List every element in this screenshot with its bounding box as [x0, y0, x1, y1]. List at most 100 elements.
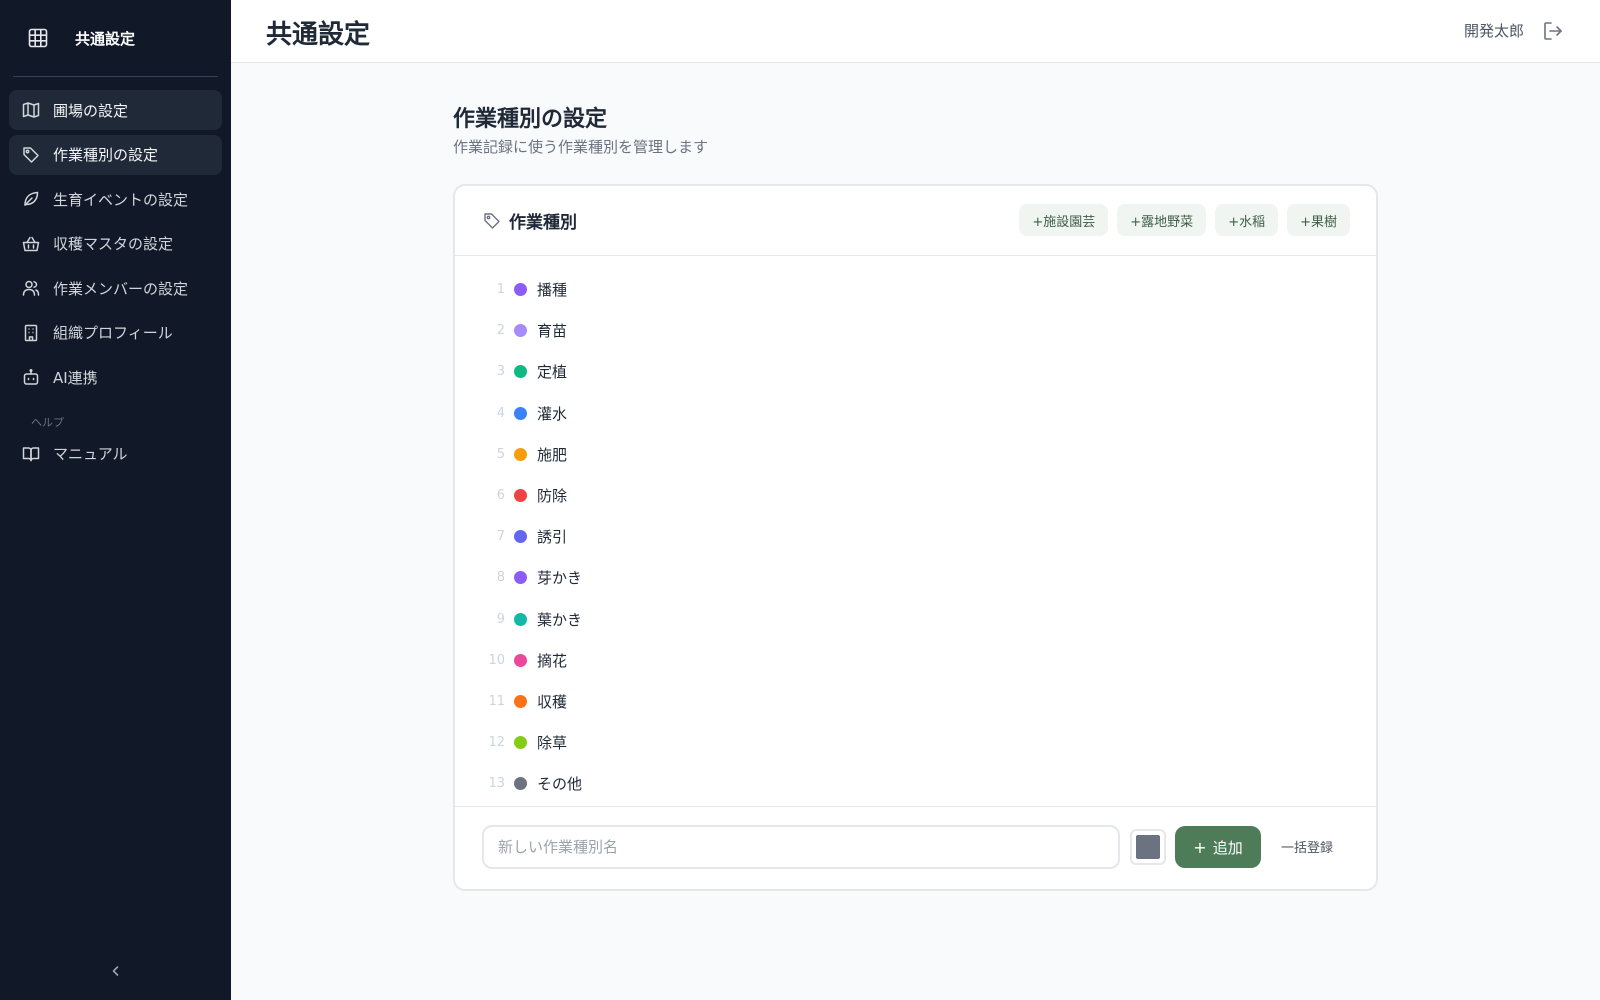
color-swatch	[1136, 835, 1160, 859]
color-dot	[514, 694, 527, 708]
work-type-name: 防除	[537, 487, 568, 506]
row-number: 6	[496, 488, 505, 504]
row-number: 5	[496, 446, 505, 462]
chevron-left-icon	[109, 963, 123, 982]
work-type-name: その他	[537, 775, 583, 794]
color-dot	[514, 571, 527, 585]
color-dot	[514, 653, 527, 667]
work-type-name: 収穫	[537, 692, 568, 711]
sidebar-item-growth-events[interactable]: 生育イベントの設定	[9, 179, 222, 219]
work-type-row[interactable]: 4 灌水	[455, 393, 1376, 434]
work-type-name: 芽かき	[537, 569, 583, 588]
building-icon	[22, 324, 40, 342]
color-dot	[514, 736, 527, 750]
work-type-name: 摘花	[537, 651, 568, 670]
sidebar-item-work-types[interactable]: 作業種別の設定	[9, 134, 222, 175]
leaf-icon	[22, 190, 40, 208]
work-type-row[interactable]: 13 その他	[455, 763, 1376, 804]
sidebar-section-help: ヘルプ	[31, 415, 64, 429]
color-dot	[514, 447, 527, 461]
work-type-row[interactable]: 8 芽かき	[455, 557, 1376, 598]
work-type-name: 灌水	[537, 404, 568, 423]
sidebar-item-harvest-master[interactable]: 収穫マスタの設定	[9, 224, 222, 264]
work-type-list: 1 播種 2 育苗 3 定植 4 灌水 5 施肥 6 防除 7 誘引 8 芽かき 9 葉かき 10 摘花 11 収穫 12 除…	[455, 256, 1376, 804]
book-icon	[22, 445, 40, 463]
sidebar-item-label: AI連携	[53, 368, 98, 387]
user-name[interactable]: 開発太郎	[1464, 20, 1524, 41]
work-type-name: 播種	[537, 281, 568, 300]
work-type-row[interactable]: 2 育苗	[455, 310, 1376, 351]
preset-greenhouse-button[interactable]: +施設園芸	[1019, 204, 1109, 236]
sidebar-nav: 圃場の設定 作業種別の設定 生育イベントの設定 収穫マスタの設定 作業メンバーの…	[0, 77, 231, 474]
basket-icon	[22, 235, 40, 253]
sidebar-collapse-button[interactable]	[0, 963, 231, 982]
work-type-name: 誘引	[537, 528, 568, 547]
row-number: 1	[496, 282, 505, 298]
sidebar: 共通設定 圃場の設定 作業種別の設定 生育イベントの設定 収穫マスタの設定 作業…	[0, 0, 231, 1000]
row-number: 11	[488, 693, 505, 709]
work-types-card: 作業種別 +施設園芸 +露地野菜 +水稲 +果樹 1 播種 2 育苗 3 定植 4 灌水 5 施肥…	[453, 184, 1378, 891]
color-dot	[514, 324, 527, 338]
map-icon	[22, 101, 40, 119]
card-title: 作業種別	[509, 213, 577, 233]
sidebar-item-manual[interactable]: マニュアル	[9, 434, 222, 474]
sidebar-item-members[interactable]: 作業メンバーの設定	[9, 268, 222, 308]
card-header: 作業種別 +施設園芸 +露地野菜 +水稲 +果樹	[455, 186, 1376, 256]
row-number: 10	[488, 652, 505, 668]
row-number: 13	[488, 776, 505, 792]
sidebar-item-label: 組織プロフィール	[53, 324, 173, 342]
sidebar-item-fields[interactable]: 圃場の設定	[9, 90, 222, 130]
work-type-name: 除草	[537, 734, 568, 753]
work-type-row[interactable]: 6 防除	[455, 475, 1376, 516]
preset-rice-button[interactable]: +水稲	[1215, 204, 1279, 236]
row-number: 9	[496, 611, 505, 627]
sidebar-item-org-profile[interactable]: 組織プロフィール	[9, 313, 222, 353]
page-title: 共通設定	[266, 20, 371, 50]
add-button-label: 追加	[1212, 838, 1243, 857]
row-number: 4	[496, 405, 505, 421]
color-dot	[514, 283, 527, 297]
logout-icon[interactable]	[1542, 20, 1564, 42]
work-type-name: 定植	[537, 363, 568, 382]
tag-icon	[483, 212, 501, 230]
color-dot	[514, 489, 527, 503]
preset-open-field-button[interactable]: +露地野菜	[1117, 204, 1207, 236]
work-type-row[interactable]: 9 葉かき	[455, 599, 1376, 640]
grid-icon	[26, 26, 50, 50]
sidebar-item-label: 作業種別の設定	[53, 146, 159, 164]
section-description: 作業記録に使う作業種別を管理します	[453, 138, 709, 156]
work-type-row[interactable]: 12 除草	[455, 722, 1376, 763]
work-type-name: 育苗	[537, 322, 568, 341]
color-dot	[514, 365, 527, 379]
color-dot	[514, 777, 527, 791]
sidebar-item-label: 生育イベントの設定	[53, 190, 189, 209]
preset-buttons: +施設園芸 +露地野菜 +水稲 +果樹	[1019, 204, 1350, 236]
plus-icon: +	[1193, 837, 1207, 857]
sidebar-title: 共通設定	[75, 29, 136, 48]
sidebar-header: 共通設定	[0, 0, 231, 76]
bot-icon	[22, 368, 40, 386]
section-heading: 作業種別の設定	[453, 107, 608, 132]
add-button[interactable]: + 追加	[1175, 826, 1261, 868]
new-work-type-input[interactable]	[482, 825, 1120, 869]
work-type-row[interactable]: 5 施肥	[455, 434, 1376, 475]
color-picker[interactable]	[1130, 829, 1166, 865]
bulk-register-button[interactable]: 一括登録	[1281, 837, 1333, 856]
sidebar-item-ai[interactable]: AI連携	[9, 357, 222, 397]
sidebar-item-label: マニュアル	[53, 445, 128, 463]
work-type-row[interactable]: 11 収穫	[455, 681, 1376, 722]
preset-fruit-tree-button[interactable]: +果樹	[1287, 204, 1350, 236]
tag-icon	[22, 146, 40, 164]
work-type-row[interactable]: 1 播種	[455, 269, 1376, 310]
row-number: 2	[496, 323, 505, 339]
work-type-row[interactable]: 7 誘引	[455, 516, 1376, 557]
sidebar-item-label: 収穫マスタの設定	[53, 235, 174, 253]
topbar: 共通設定 開発太郎	[231, 0, 1600, 63]
work-type-name: 施肥	[537, 445, 568, 464]
sidebar-item-label: 作業メンバーの設定	[53, 279, 189, 298]
row-number: 7	[496, 529, 505, 545]
work-type-row[interactable]: 10 摘花	[455, 640, 1376, 681]
users-icon	[22, 279, 40, 297]
color-dot	[514, 406, 527, 420]
work-type-row[interactable]: 3 定植	[455, 351, 1376, 392]
